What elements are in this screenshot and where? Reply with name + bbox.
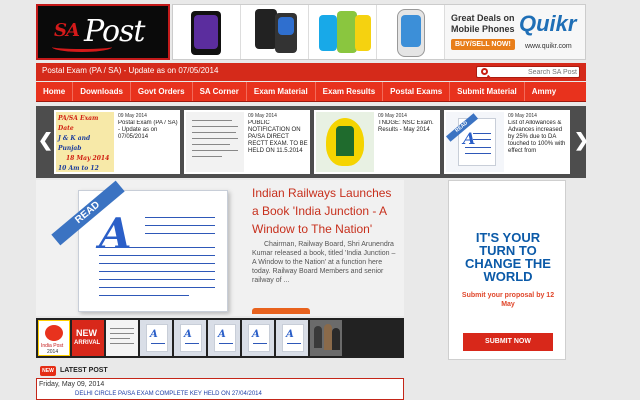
read-document-illustration[interactable]: A READ xyxy=(38,180,248,316)
thumb-read[interactable]: A xyxy=(208,320,240,356)
thumb-read[interactable]: A xyxy=(140,320,172,356)
nav-exam-material[interactable]: Exam Material xyxy=(247,82,316,101)
nav-govt-orders[interactable]: Govt Orders xyxy=(131,82,193,101)
post-date: Friday, May 09, 2014 xyxy=(39,381,105,388)
phone-image-4 xyxy=(377,5,445,59)
featured-title[interactable]: Indian Railways Launches a Book 'India J… xyxy=(252,184,400,238)
header-ad-banner[interactable]: Great Deals on Mobile Phones Quikr BUY/S… xyxy=(172,4,586,60)
thumb-read[interactable]: A xyxy=(174,320,206,356)
search-box[interactable] xyxy=(476,66,580,78)
slide-thumbnail: PA/SA Exam Date J & K and Punjab 18 May … xyxy=(56,112,114,172)
quikr-ad[interactable]: Great Deals on Mobile Phones Quikr BUY/S… xyxy=(445,5,585,59)
nav-ammy[interactable]: Ammy xyxy=(525,82,563,101)
carousel-slide[interactable]: PA/SA Exam Date J & K and Punjab 18 May … xyxy=(54,110,180,174)
thumb-photo[interactable] xyxy=(310,320,342,356)
read-thumbnail: A READ xyxy=(446,112,504,172)
nav-submit-material[interactable]: Submit Material xyxy=(450,82,525,101)
site-logo[interactable]: SA Post xyxy=(36,4,170,60)
carousel-slide[interactable]: 09 May 2014 PUBLIC NOTIFICATION ON PA/SA… xyxy=(184,110,310,174)
nav-home[interactable]: Home xyxy=(36,82,74,101)
nav-postal-exams[interactable]: Postal Exams xyxy=(383,82,451,101)
buy-sell-button[interactable]: BUY/SELL NOW! xyxy=(451,39,515,50)
side-ad-subtext: Submit your proposal by 12 May xyxy=(461,292,555,308)
latest-post-label: LATEST POST xyxy=(60,367,108,374)
carousel-prev-arrow-icon[interactable]: ❮ xyxy=(38,130,53,151)
nav-sa-corner[interactable]: SA Corner xyxy=(193,82,247,101)
main-nav: Home Downloads Govt Orders SA Corner Exa… xyxy=(36,82,586,102)
side-ad-headline: IT'S YOUR TURN TO CHANGE THE WORLD xyxy=(465,230,551,284)
new-badge: NEW xyxy=(40,366,56,376)
carousel-next-arrow-icon[interactable]: ❯ xyxy=(574,130,589,151)
search-input[interactable] xyxy=(493,67,577,77)
featured-carousel: ❮ PA/SA Exam Date J & K and Punjab 18 Ma… xyxy=(36,106,589,178)
thumb-new-arrival[interactable]: NEW ARRIVAL xyxy=(72,320,104,356)
thumbnail-strip: India Post 2014 NEW ARRIVAL A A A A A xyxy=(36,318,404,358)
phone-image-2 xyxy=(241,5,309,59)
slide-title[interactable]: Postal Exam (PA / SA) - Update as on 07/… xyxy=(118,120,178,174)
document-thumbnail xyxy=(186,112,244,172)
ad-headline: Great Deals on Mobile Phones xyxy=(451,13,515,34)
carousel-slide[interactable]: A READ 09 May 2014 List of Allowances & … xyxy=(444,110,570,174)
update-ticker-text[interactable]: Postal Exam (PA / SA) - Update as on 07/… xyxy=(42,66,218,75)
slide-date: 09 May 2014 xyxy=(378,113,407,119)
phone-image-3 xyxy=(309,5,377,59)
thumb-read[interactable]: A xyxy=(242,320,274,356)
slide-title[interactable]: List of Allowances & Advances increased … xyxy=(508,120,568,174)
page: SA Post Great Deals on Mobile Phones Qui… xyxy=(0,0,640,400)
thumb-india-post[interactable]: India Post 2014 xyxy=(38,320,70,356)
slide-title[interactable]: PUBLIC NOTIFICATION ON PA/SA DIRECT RECT… xyxy=(248,120,308,174)
slide-date: 09 May 2014 xyxy=(508,113,537,119)
latest-post-list: Friday, May 09, 2014 DELHI CIRCLE PA/SA … xyxy=(36,378,404,400)
search-icon[interactable] xyxy=(481,68,488,75)
slide-title[interactable]: TNDGE: NSC Exam. Results - May 2014 xyxy=(378,120,438,174)
latest-post-link[interactable]: DELHI CIRCLE PA/SA EXAM COMPLETE KEY HEL… xyxy=(75,391,262,397)
phone-image-1 xyxy=(173,5,241,59)
thumb-read[interactable]: A xyxy=(276,320,308,356)
tamilnadu-emblem-thumbnail xyxy=(316,112,374,172)
sidebar-ad[interactable]: IT'S YOUR TURN TO CHANGE THE WORLD Submi… xyxy=(448,180,566,360)
read-more-tab[interactable] xyxy=(252,308,310,314)
slide-date: 09 May 2014 xyxy=(248,113,277,119)
slide-date: 09 May 2014 xyxy=(118,113,147,119)
thumb-document[interactable] xyxy=(106,320,138,356)
nav-downloads[interactable]: Downloads xyxy=(73,82,131,101)
ad-url: www.quikr.com xyxy=(525,43,572,50)
nav-exam-results[interactable]: Exam Results xyxy=(316,82,384,101)
featured-excerpt: Chairman, Railway Board, Shri Arunendra … xyxy=(252,241,396,284)
featured-post: A READ Indian Railways Launches a Book '… xyxy=(36,180,404,316)
carousel-slide[interactable]: 09 May 2014 TNDGE: NSC Exam. Results - M… xyxy=(314,110,440,174)
submit-now-button[interactable]: SUBMIT NOW xyxy=(463,333,553,351)
quikr-logo: Quikr xyxy=(519,11,577,36)
